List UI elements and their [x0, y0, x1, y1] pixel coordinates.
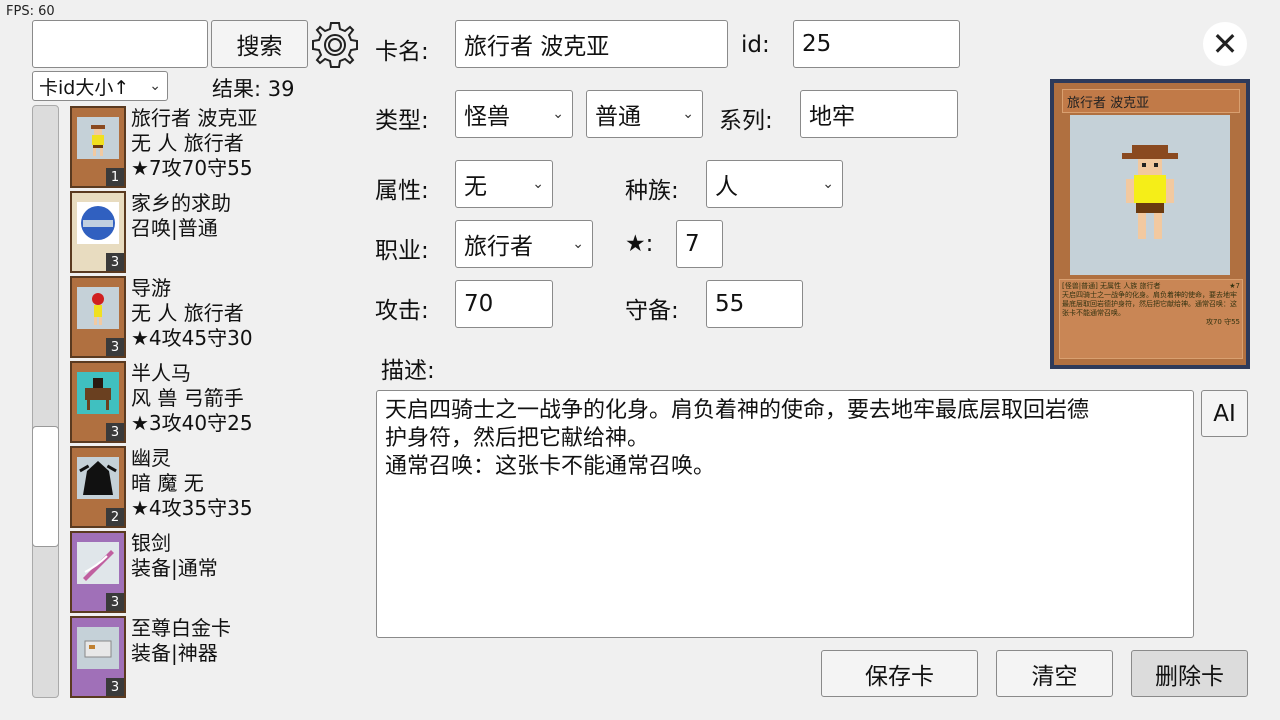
card-star-input[interactable]: 7: [676, 220, 723, 268]
gear-icon[interactable]: [310, 20, 360, 70]
fps-counter: FPS: 60: [6, 4, 55, 19]
list-item-name: 至尊白金卡: [131, 616, 231, 640]
list-item[interactable]: 1 旅行者 波克亚 无 人 旅行者 ★7攻70守55: [70, 106, 330, 188]
card-description-label: 描述:: [381, 358, 435, 384]
card-thumbnail: 1: [70, 106, 126, 188]
card-job-value: 旅行者: [464, 234, 533, 260]
list-item-info: 召唤|普通: [131, 216, 218, 240]
list-item-stats: ★7攻70守55: [131, 156, 253, 180]
card-quantity: 3: [106, 678, 124, 696]
card-preview-art: [1070, 115, 1230, 275]
card-subtype-value: 普通: [595, 104, 641, 130]
card-attribute-label: 属性:: [375, 178, 429, 204]
card-defense-input[interactable]: 55: [706, 280, 803, 328]
list-item-info: 无 人 旅行者: [131, 131, 244, 155]
card-series-input[interactable]: 地牢: [800, 90, 958, 138]
card-quantity: 3: [106, 593, 124, 611]
card-quantity: 3: [106, 423, 124, 441]
delete-card-button[interactable]: 删除卡: [1131, 650, 1248, 697]
list-item-name: 旅行者 波克亚: [131, 106, 258, 130]
card-thumbnail: 3: [70, 361, 126, 443]
chevron-down-icon: ⌄: [532, 176, 544, 192]
card-thumbnail: 3: [70, 191, 126, 273]
card-quantity: 2: [106, 508, 124, 526]
sort-select[interactable]: 卡id大小↑ ⌄: [32, 71, 168, 101]
card-quantity: 1: [106, 168, 124, 186]
card-thumbnail: 2: [70, 446, 126, 528]
card-description-textarea[interactable]: 天启四骑士之一战争的化身。肩负着神的使命，要去地牢最底层取回岩德 护身符，然后把…: [376, 390, 1194, 638]
card-star-label: ★:: [625, 231, 654, 257]
list-item-stats: ★4攻45守30: [131, 326, 253, 350]
card-race-label: 种族:: [625, 178, 679, 204]
card-preview-title: 旅行者 波克亚: [1062, 89, 1240, 113]
card-quantity: 3: [106, 253, 124, 271]
card-race-value: 人: [715, 174, 738, 200]
list-item-stats: ★4攻35守35: [131, 496, 253, 520]
card-subtype-select[interactable]: 普通 ⌄: [586, 90, 703, 138]
card-preview-text: [怪兽|普通] 无属性 人族 旅行者 ★7 天启四骑士之一战争的化身。肩负着神的使…: [1059, 279, 1243, 359]
list-item-info: 装备|通常: [131, 556, 218, 580]
list-item[interactable]: 3 至尊白金卡 装备|神器: [70, 616, 330, 698]
list-item[interactable]: 2 幽灵 暗 魔 无 ★4攻35守35: [70, 446, 330, 528]
list-item-name: 家乡的求助: [131, 191, 231, 215]
chevron-down-icon: ⌄: [682, 106, 694, 122]
card-name-input[interactable]: 旅行者 波克亚: [455, 20, 728, 68]
card-job-label: 职业:: [375, 238, 429, 264]
card-race-select[interactable]: 人 ⌄: [706, 160, 843, 208]
search-input[interactable]: [32, 20, 208, 68]
card-attack-label: 攻击:: [375, 298, 429, 324]
chevron-down-icon: ⌄: [572, 236, 584, 252]
card-id-input[interactable]: 25: [793, 20, 960, 68]
card-thumbnail: 3: [70, 531, 126, 613]
list-item[interactable]: 3 导游 无 人 旅行者 ★4攻45守30: [70, 276, 330, 358]
card-attribute-select[interactable]: 无 ⌄: [455, 160, 553, 208]
card-type-select[interactable]: 怪兽 ⌄: [455, 90, 573, 138]
save-card-button[interactable]: 保存卡: [821, 650, 978, 697]
card-type-label: 类型:: [375, 108, 429, 134]
card-job-select[interactable]: 旅行者 ⌄: [455, 220, 593, 268]
search-button[interactable]: 搜索: [211, 20, 308, 68]
card-quantity: 3: [106, 338, 124, 356]
chevron-down-icon: ⌄: [149, 78, 161, 94]
ai-button[interactable]: AI: [1201, 390, 1248, 437]
card-thumbnail: 3: [70, 276, 126, 358]
clear-button[interactable]: 清空: [996, 650, 1113, 697]
card-name-label: 卡名:: [375, 39, 429, 65]
card-id-label: id:: [741, 32, 770, 58]
list-item-info: 暗 魔 无: [131, 471, 204, 495]
card-preview: 旅行者 波克亚 [怪兽|普通] 无属性 人族 旅行者 ★7 天启四骑士之一战争的化…: [1050, 79, 1250, 369]
list-item-info: 装备|神器: [131, 641, 218, 665]
list-item-info: 无 人 旅行者: [131, 301, 244, 325]
list-scrollbar[interactable]: [32, 105, 59, 698]
card-thumbnail: 3: [70, 616, 126, 698]
list-item-stats: ★3攻40守25: [131, 411, 253, 435]
list-item[interactable]: 3 家乡的求助 召唤|普通: [70, 191, 330, 273]
result-count: 结果: 39: [212, 77, 295, 101]
list-item-name: 导游: [131, 276, 171, 300]
chevron-down-icon: ⌄: [822, 176, 834, 192]
sort-select-value: 卡id大小↑: [39, 76, 130, 99]
card-attribute-value: 无: [464, 174, 487, 200]
chevron-down-icon: ⌄: [552, 106, 564, 122]
card-attack-input[interactable]: 70: [455, 280, 553, 328]
list-item-name: 银剑: [131, 531, 171, 555]
list-item[interactable]: 3 半人马 风 兽 弓箭手 ★3攻40守25: [70, 361, 330, 443]
list-item-name: 半人马: [131, 361, 191, 385]
list-scrollbar-thumb[interactable]: [32, 426, 59, 547]
card-type-value: 怪兽: [464, 104, 510, 130]
list-item-name: 幽灵: [131, 446, 171, 470]
card-series-label: 系列:: [719, 108, 773, 134]
list-item[interactable]: 3 银剑 装备|通常: [70, 531, 330, 613]
card-defense-label: 守备:: [625, 298, 679, 324]
list-item-info: 风 兽 弓箭手: [131, 386, 244, 410]
close-icon[interactable]: ✕: [1203, 22, 1247, 66]
